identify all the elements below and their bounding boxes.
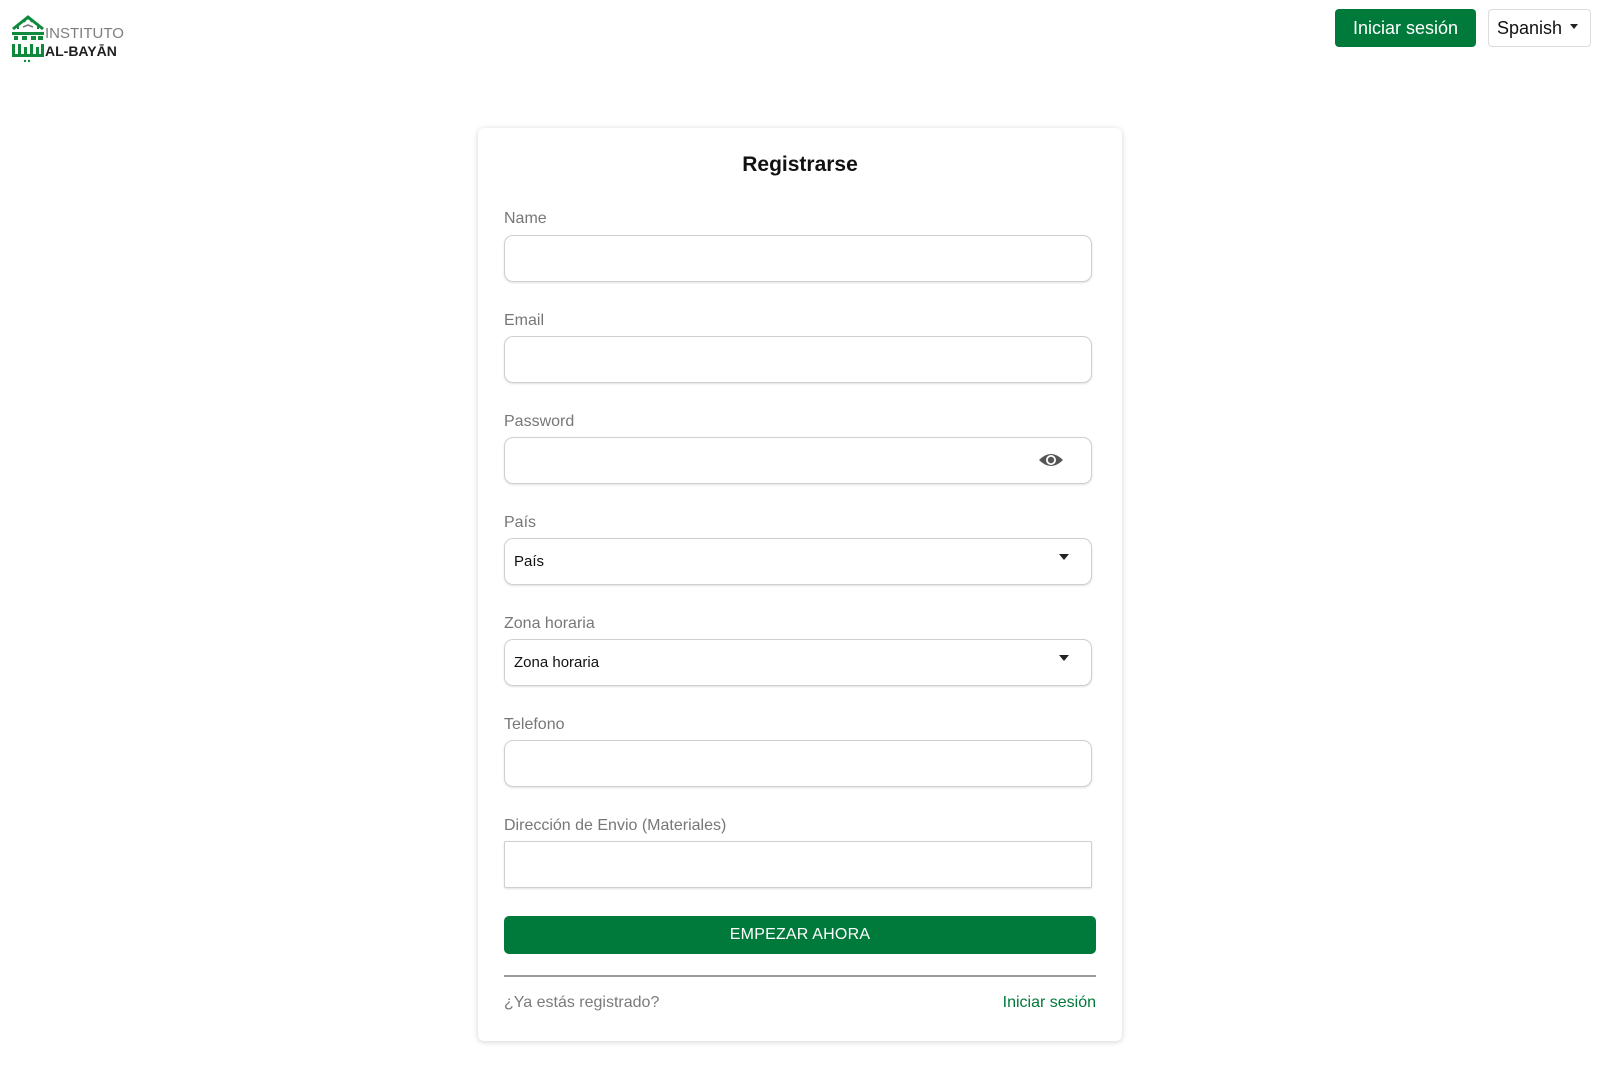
password-field-wrapper [478, 437, 1122, 484]
language-select[interactable]: Spanish [1488, 9, 1591, 47]
logo-text-albayan: AL-BAYĀN [45, 43, 117, 59]
timezone-label: Zona horaria [504, 615, 595, 632]
eye-icon[interactable] [1038, 451, 1064, 469]
already-registered-text: ¿Ya estás registrado? [504, 994, 660, 1011]
header-login-button[interactable]: Iniciar sesión [1335, 9, 1476, 47]
name-input[interactable] [504, 235, 1092, 282]
address-label: Dirección de Envio (Materiales) [504, 817, 727, 834]
email-input[interactable] [504, 336, 1092, 383]
email-label: Email [504, 312, 545, 329]
phone-input[interactable] [504, 740, 1092, 787]
country-label: País [504, 514, 537, 531]
name-label: Name [504, 210, 547, 227]
address-input[interactable] [504, 841, 1092, 888]
language-select-value: Spanish [1497, 17, 1563, 38]
password-label: Password [504, 413, 575, 430]
timezone-select-value: Zona horaria [514, 654, 600, 671]
password-input[interactable] [504, 437, 1092, 484]
caret-down-icon [1059, 655, 1069, 661]
caret-down-icon [1059, 554, 1069, 560]
country-select-value: País [514, 553, 545, 570]
site-logo[interactable]: INSTITUTO AL-BAYĀN [10, 9, 124, 63]
mosque-logo-icon [12, 15, 44, 63]
phone-label: Telefono [504, 716, 565, 733]
divider [504, 975, 1096, 977]
logo-text-instituto: INSTITUTO [45, 25, 124, 42]
caret-down-icon [1570, 24, 1578, 29]
country-select[interactable]: País [504, 538, 1092, 585]
start-now-button[interactable]: EMPEZAR AHORA [504, 916, 1096, 954]
timezone-select[interactable]: Zona horaria [504, 639, 1092, 686]
register-card: Registrarse Name Email Password País Paí… [478, 128, 1122, 1041]
login-link[interactable]: Iniciar sesión [1003, 994, 1096, 1012]
page-title: Registrarse [742, 153, 858, 176]
